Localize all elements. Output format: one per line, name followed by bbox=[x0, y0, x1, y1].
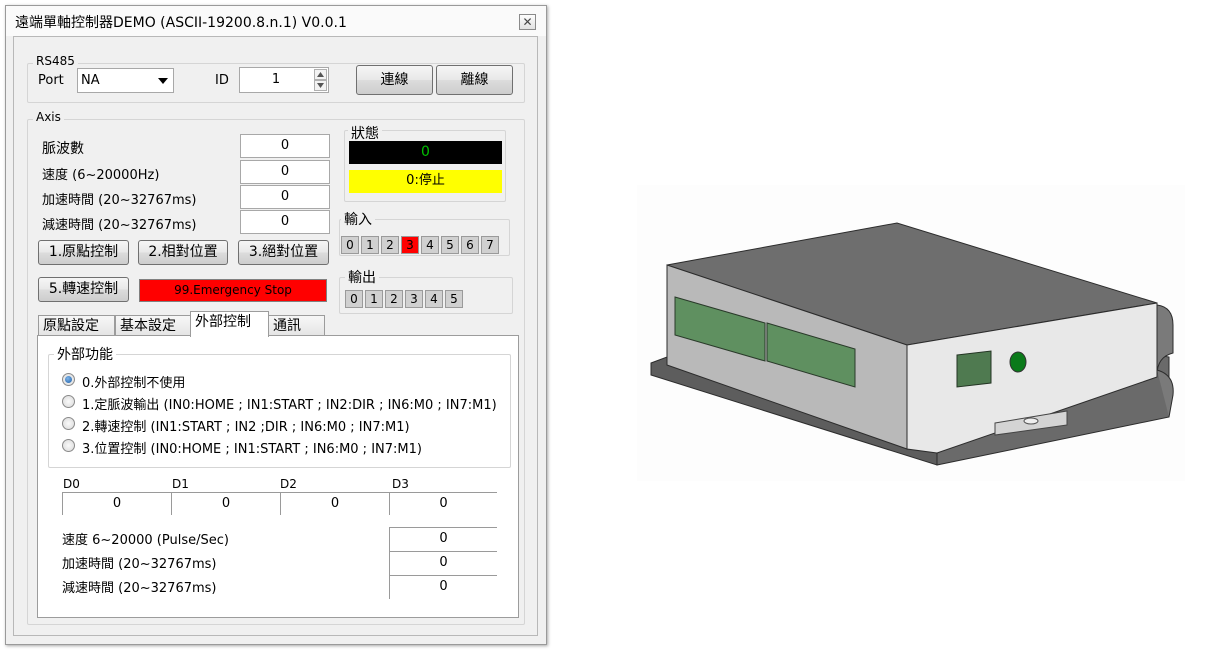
ext-accel-input[interactable]: 0 bbox=[389, 551, 497, 575]
external-option-2-label: 2.轉速控制 (IN1:START ; IN2 ;DIR ; IN6:M0 ; … bbox=[82, 420, 410, 435]
arrow-down-icon bbox=[317, 83, 324, 88]
output-indicator-1: 1 bbox=[365, 290, 383, 308]
input-indicator-0: 0 bbox=[341, 236, 359, 254]
speed-label: 速度 (6~20000Hz) bbox=[42, 168, 160, 183]
input-indicator-3: 3 bbox=[401, 236, 419, 254]
outputs-label: 輸出 bbox=[345, 267, 379, 287]
output-indicator-5: 5 bbox=[445, 290, 463, 308]
external-option-0[interactable]: 0.外部控制不使用 bbox=[62, 372, 502, 391]
arrow-up-icon bbox=[317, 72, 324, 77]
ext-speed-input[interactable]: 0 bbox=[389, 527, 497, 551]
close-button[interactable]: ✕ bbox=[519, 14, 536, 30]
rs485-legend: RS485 bbox=[33, 54, 78, 68]
output-indicator-3: 3 bbox=[405, 290, 423, 308]
input-indicator-1: 1 bbox=[361, 236, 379, 254]
spinner-down-button[interactable] bbox=[314, 80, 327, 91]
tab-basic-settings[interactable]: 基本設定 bbox=[115, 315, 191, 337]
port-value: NA bbox=[81, 73, 100, 88]
axis-legend: Axis bbox=[33, 110, 64, 124]
inputs-label: 輸入 bbox=[341, 209, 375, 229]
ext-decel-label: 減速時間 (20~32767ms) bbox=[62, 581, 217, 596]
title-bar[interactable]: 遠端單軸控制器DEMO (ASCII-19200.8.n.1) V0.0.1 ✕ bbox=[6, 6, 546, 36]
radio-button[interactable] bbox=[62, 395, 75, 408]
status-text-display: 0:停止 bbox=[349, 170, 502, 193]
emergency-stop-button[interactable]: 99.Emergency Stop bbox=[139, 279, 327, 302]
external-function-legend: 外部功能 bbox=[54, 344, 116, 364]
tab-external-control[interactable]: 外部控制 bbox=[190, 311, 269, 337]
decel-time-label: 減速時間 (20~32767ms) bbox=[42, 218, 197, 233]
window-title: 遠端單軸控制器DEMO (ASCII-19200.8.n.1) V0.0.1 bbox=[15, 15, 347, 31]
home-control-button[interactable]: 1.原點控制 bbox=[38, 240, 129, 265]
external-option-0-label: 0.外部控制不使用 bbox=[82, 376, 186, 391]
relative-position-button[interactable]: 2.相對位置 bbox=[138, 240, 228, 265]
id-label: ID bbox=[215, 73, 229, 88]
pulse-count-label: 脈波數 bbox=[42, 141, 84, 157]
input-indicator-4: 4 bbox=[421, 236, 439, 254]
radio-button[interactable] bbox=[62, 439, 75, 452]
radio-button[interactable] bbox=[62, 373, 75, 386]
accel-time-input[interactable]: 0 bbox=[240, 185, 330, 209]
output-indicator-4: 4 bbox=[425, 290, 443, 308]
accel-time-label: 加速時間 (20~32767ms) bbox=[42, 193, 197, 208]
radio-button[interactable] bbox=[62, 417, 75, 430]
input-indicator-5: 5 bbox=[441, 236, 459, 254]
tab-home-settings[interactable]: 原點設定 bbox=[38, 315, 115, 337]
tab-communication[interactable]: 通訊 bbox=[268, 315, 325, 337]
connect-button[interactable]: 連線 bbox=[356, 65, 433, 95]
external-option-2[interactable]: 2.轉速控制 (IN1:START ; IN2 ;DIR ; IN6:M0 ; … bbox=[62, 416, 502, 435]
input-indicator-6: 6 bbox=[461, 236, 479, 254]
speed-control-button[interactable]: 5.轉速控制 bbox=[38, 277, 129, 302]
d3-input[interactable]: 0 bbox=[389, 492, 497, 515]
d0-label: D0 bbox=[63, 477, 80, 491]
output-indicator-0: 0 bbox=[345, 290, 363, 308]
d0-input[interactable]: 0 bbox=[62, 492, 171, 515]
d1-label: D1 bbox=[172, 477, 189, 491]
ext-accel-label: 加速時間 (20~32767ms) bbox=[62, 557, 217, 572]
spinner-up-button[interactable] bbox=[314, 69, 327, 80]
input-indicator-7: 7 bbox=[481, 236, 499, 254]
external-option-3[interactable]: 3.位置控制 (IN0:HOME ; IN1:START ; IN6:M0 ; … bbox=[62, 438, 502, 457]
external-option-1[interactable]: 1.定脈波輸出 (IN0:HOME ; IN1:START ; IN2:DIR … bbox=[62, 394, 502, 413]
d3-label: D3 bbox=[392, 477, 409, 491]
speed-input[interactable]: 0 bbox=[240, 160, 330, 184]
input-indicator-2: 2 bbox=[381, 236, 399, 254]
external-option-3-label: 3.位置控制 (IN0:HOME ; IN1:START ; IN6:M0 ; … bbox=[82, 442, 422, 457]
app-window: 遠端單軸控制器DEMO (ASCII-19200.8.n.1) V0.0.1 ✕… bbox=[5, 5, 547, 645]
external-control-panel: 外部功能 0.外部控制不使用 1.定脈波輸出 (IN0:HOME ; IN1:S… bbox=[37, 335, 519, 618]
d2-label: D2 bbox=[280, 477, 297, 491]
decel-time-input[interactable]: 0 bbox=[240, 210, 330, 234]
ext-speed-label: 速度 6~20000 (Pulse/Sec) bbox=[62, 533, 229, 548]
port-select[interactable]: NA bbox=[77, 68, 174, 93]
status-value-display: 0 bbox=[349, 141, 502, 164]
client-area: RS485 Port NA ID 1 連線 離線 Axis 脈波數 0 速度 (… bbox=[13, 36, 538, 636]
device-image-panel bbox=[637, 185, 1185, 481]
output-indicator-2: 2 bbox=[385, 290, 403, 308]
d1-input[interactable]: 0 bbox=[171, 492, 280, 515]
chevron-down-icon bbox=[158, 78, 168, 84]
pulse-count-input[interactable]: 0 bbox=[240, 134, 330, 158]
controller-device-icon bbox=[650, 222, 1174, 466]
absolute-position-button[interactable]: 3.絕對位置 bbox=[238, 240, 329, 265]
id-value: 1 bbox=[271, 72, 281, 87]
close-icon: ✕ bbox=[522, 15, 533, 29]
id-spinner[interactable]: 1 bbox=[239, 67, 329, 93]
external-option-1-label: 1.定脈波輸出 (IN0:HOME ; IN1:START ; IN2:DIR … bbox=[82, 398, 497, 413]
status-label: 狀態 bbox=[348, 123, 382, 143]
ext-decel-input[interactable]: 0 bbox=[389, 575, 497, 599]
d2-input[interactable]: 0 bbox=[280, 492, 389, 515]
port-label: Port bbox=[38, 73, 64, 88]
disconnect-button[interactable]: 離線 bbox=[436, 65, 513, 95]
